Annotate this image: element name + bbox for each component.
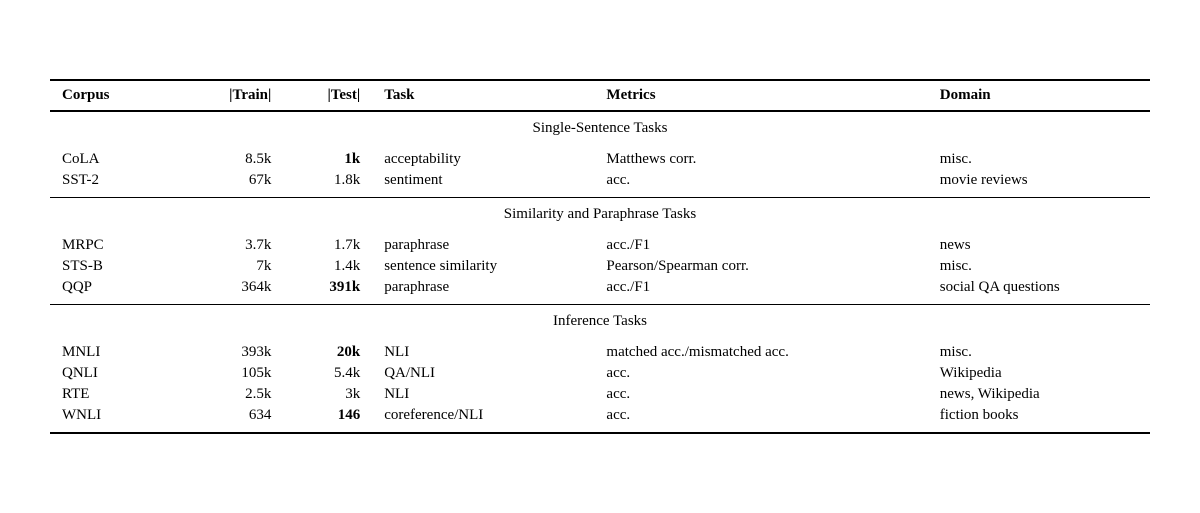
table-cell: acc. bbox=[594, 170, 927, 198]
table-cell: QA/NLI bbox=[372, 363, 594, 384]
table-cell: coreference/NLI bbox=[372, 405, 594, 433]
table-cell: acceptability bbox=[372, 145, 594, 170]
table-cell: 391k bbox=[283, 277, 372, 305]
table-cell: 1.7k bbox=[283, 231, 372, 256]
section-title: Inference Tasks bbox=[50, 305, 1150, 339]
table-cell: misc. bbox=[928, 256, 1150, 277]
table-row: MRPC3.7k1.7kparaphraseacc./F1news bbox=[50, 231, 1150, 256]
table-cell: 67k bbox=[183, 170, 283, 198]
table-cell: 1k bbox=[283, 145, 372, 170]
table-cell: news bbox=[928, 231, 1150, 256]
table-cell: misc. bbox=[928, 338, 1150, 363]
table-cell: social QA questions bbox=[928, 277, 1150, 305]
header-row: Corpus |Train| |Test| Task Metrics Domai… bbox=[50, 80, 1150, 111]
table-cell: sentence similarity bbox=[372, 256, 594, 277]
header-test: |Test| bbox=[283, 80, 372, 111]
table-cell: 20k bbox=[283, 338, 372, 363]
header-metrics: Metrics bbox=[594, 80, 927, 111]
section-header: Single-Sentence Tasks bbox=[50, 111, 1150, 145]
table-cell: 3k bbox=[283, 384, 372, 405]
table-cell: misc. bbox=[928, 145, 1150, 170]
table-cell: fiction books bbox=[928, 405, 1150, 433]
table-cell: 7k bbox=[183, 256, 283, 277]
table-cell: NLI bbox=[372, 338, 594, 363]
table-cell: 634 bbox=[183, 405, 283, 433]
table-cell: RTE bbox=[50, 384, 183, 405]
table-cell: acc. bbox=[594, 384, 927, 405]
table-cell: MNLI bbox=[50, 338, 183, 363]
table-row: SST-267k1.8ksentimentacc.movie reviews bbox=[50, 170, 1150, 198]
table-cell: QNLI bbox=[50, 363, 183, 384]
table-cell: sentiment bbox=[372, 170, 594, 198]
table-cell: movie reviews bbox=[928, 170, 1150, 198]
table-row: RTE2.5k3kNLIacc.news, Wikipedia bbox=[50, 384, 1150, 405]
main-table: Corpus |Train| |Test| Task Metrics Domai… bbox=[50, 79, 1150, 434]
section-title: Similarity and Paraphrase Tasks bbox=[50, 198, 1150, 232]
table-container: Corpus |Train| |Test| Task Metrics Domai… bbox=[50, 79, 1150, 434]
table-cell: acc. bbox=[594, 405, 927, 433]
table-cell: paraphrase bbox=[372, 277, 594, 305]
table-cell: MRPC bbox=[50, 231, 183, 256]
header-train: |Train| bbox=[183, 80, 283, 111]
table-row: QNLI105k5.4kQA/NLIacc.Wikipedia bbox=[50, 363, 1150, 384]
section-title: Single-Sentence Tasks bbox=[50, 111, 1150, 145]
table-cell: STS-B bbox=[50, 256, 183, 277]
table-cell: SST-2 bbox=[50, 170, 183, 198]
table-cell: acc./F1 bbox=[594, 231, 927, 256]
table-cell: 5.4k bbox=[283, 363, 372, 384]
table-cell: 1.4k bbox=[283, 256, 372, 277]
table-row: STS-B7k1.4ksentence similarityPearson/Sp… bbox=[50, 256, 1150, 277]
table-cell: matched acc./mismatched acc. bbox=[594, 338, 927, 363]
header-domain: Domain bbox=[928, 80, 1150, 111]
table-cell: acc./F1 bbox=[594, 277, 927, 305]
table-cell: Wikipedia bbox=[928, 363, 1150, 384]
header-corpus: Corpus bbox=[50, 80, 183, 111]
table-cell: 1.8k bbox=[283, 170, 372, 198]
table-cell: 393k bbox=[183, 338, 283, 363]
table-row: QQP364k391kparaphraseacc./F1social QA qu… bbox=[50, 277, 1150, 305]
table-cell: CoLA bbox=[50, 145, 183, 170]
table-row: WNLI634146coreference/NLIacc.fiction boo… bbox=[50, 405, 1150, 433]
table-cell: NLI bbox=[372, 384, 594, 405]
table-cell: 2.5k bbox=[183, 384, 283, 405]
header-task: Task bbox=[372, 80, 594, 111]
table-cell: 364k bbox=[183, 277, 283, 305]
section-header: Inference Tasks bbox=[50, 305, 1150, 339]
table-cell: 8.5k bbox=[183, 145, 283, 170]
table-cell: WNLI bbox=[50, 405, 183, 433]
table-row: CoLA8.5k1kacceptabilityMatthews corr.mis… bbox=[50, 145, 1150, 170]
table-row: MNLI393k20kNLImatched acc./mismatched ac… bbox=[50, 338, 1150, 363]
section-header: Similarity and Paraphrase Tasks bbox=[50, 198, 1150, 232]
table-cell: paraphrase bbox=[372, 231, 594, 256]
table-cell: acc. bbox=[594, 363, 927, 384]
table-cell: QQP bbox=[50, 277, 183, 305]
table-cell: Pearson/Spearman corr. bbox=[594, 256, 927, 277]
table-cell: 3.7k bbox=[183, 231, 283, 256]
table-cell: news, Wikipedia bbox=[928, 384, 1150, 405]
table-cell: 105k bbox=[183, 363, 283, 384]
table-cell: 146 bbox=[283, 405, 372, 433]
table-cell: Matthews corr. bbox=[594, 145, 927, 170]
